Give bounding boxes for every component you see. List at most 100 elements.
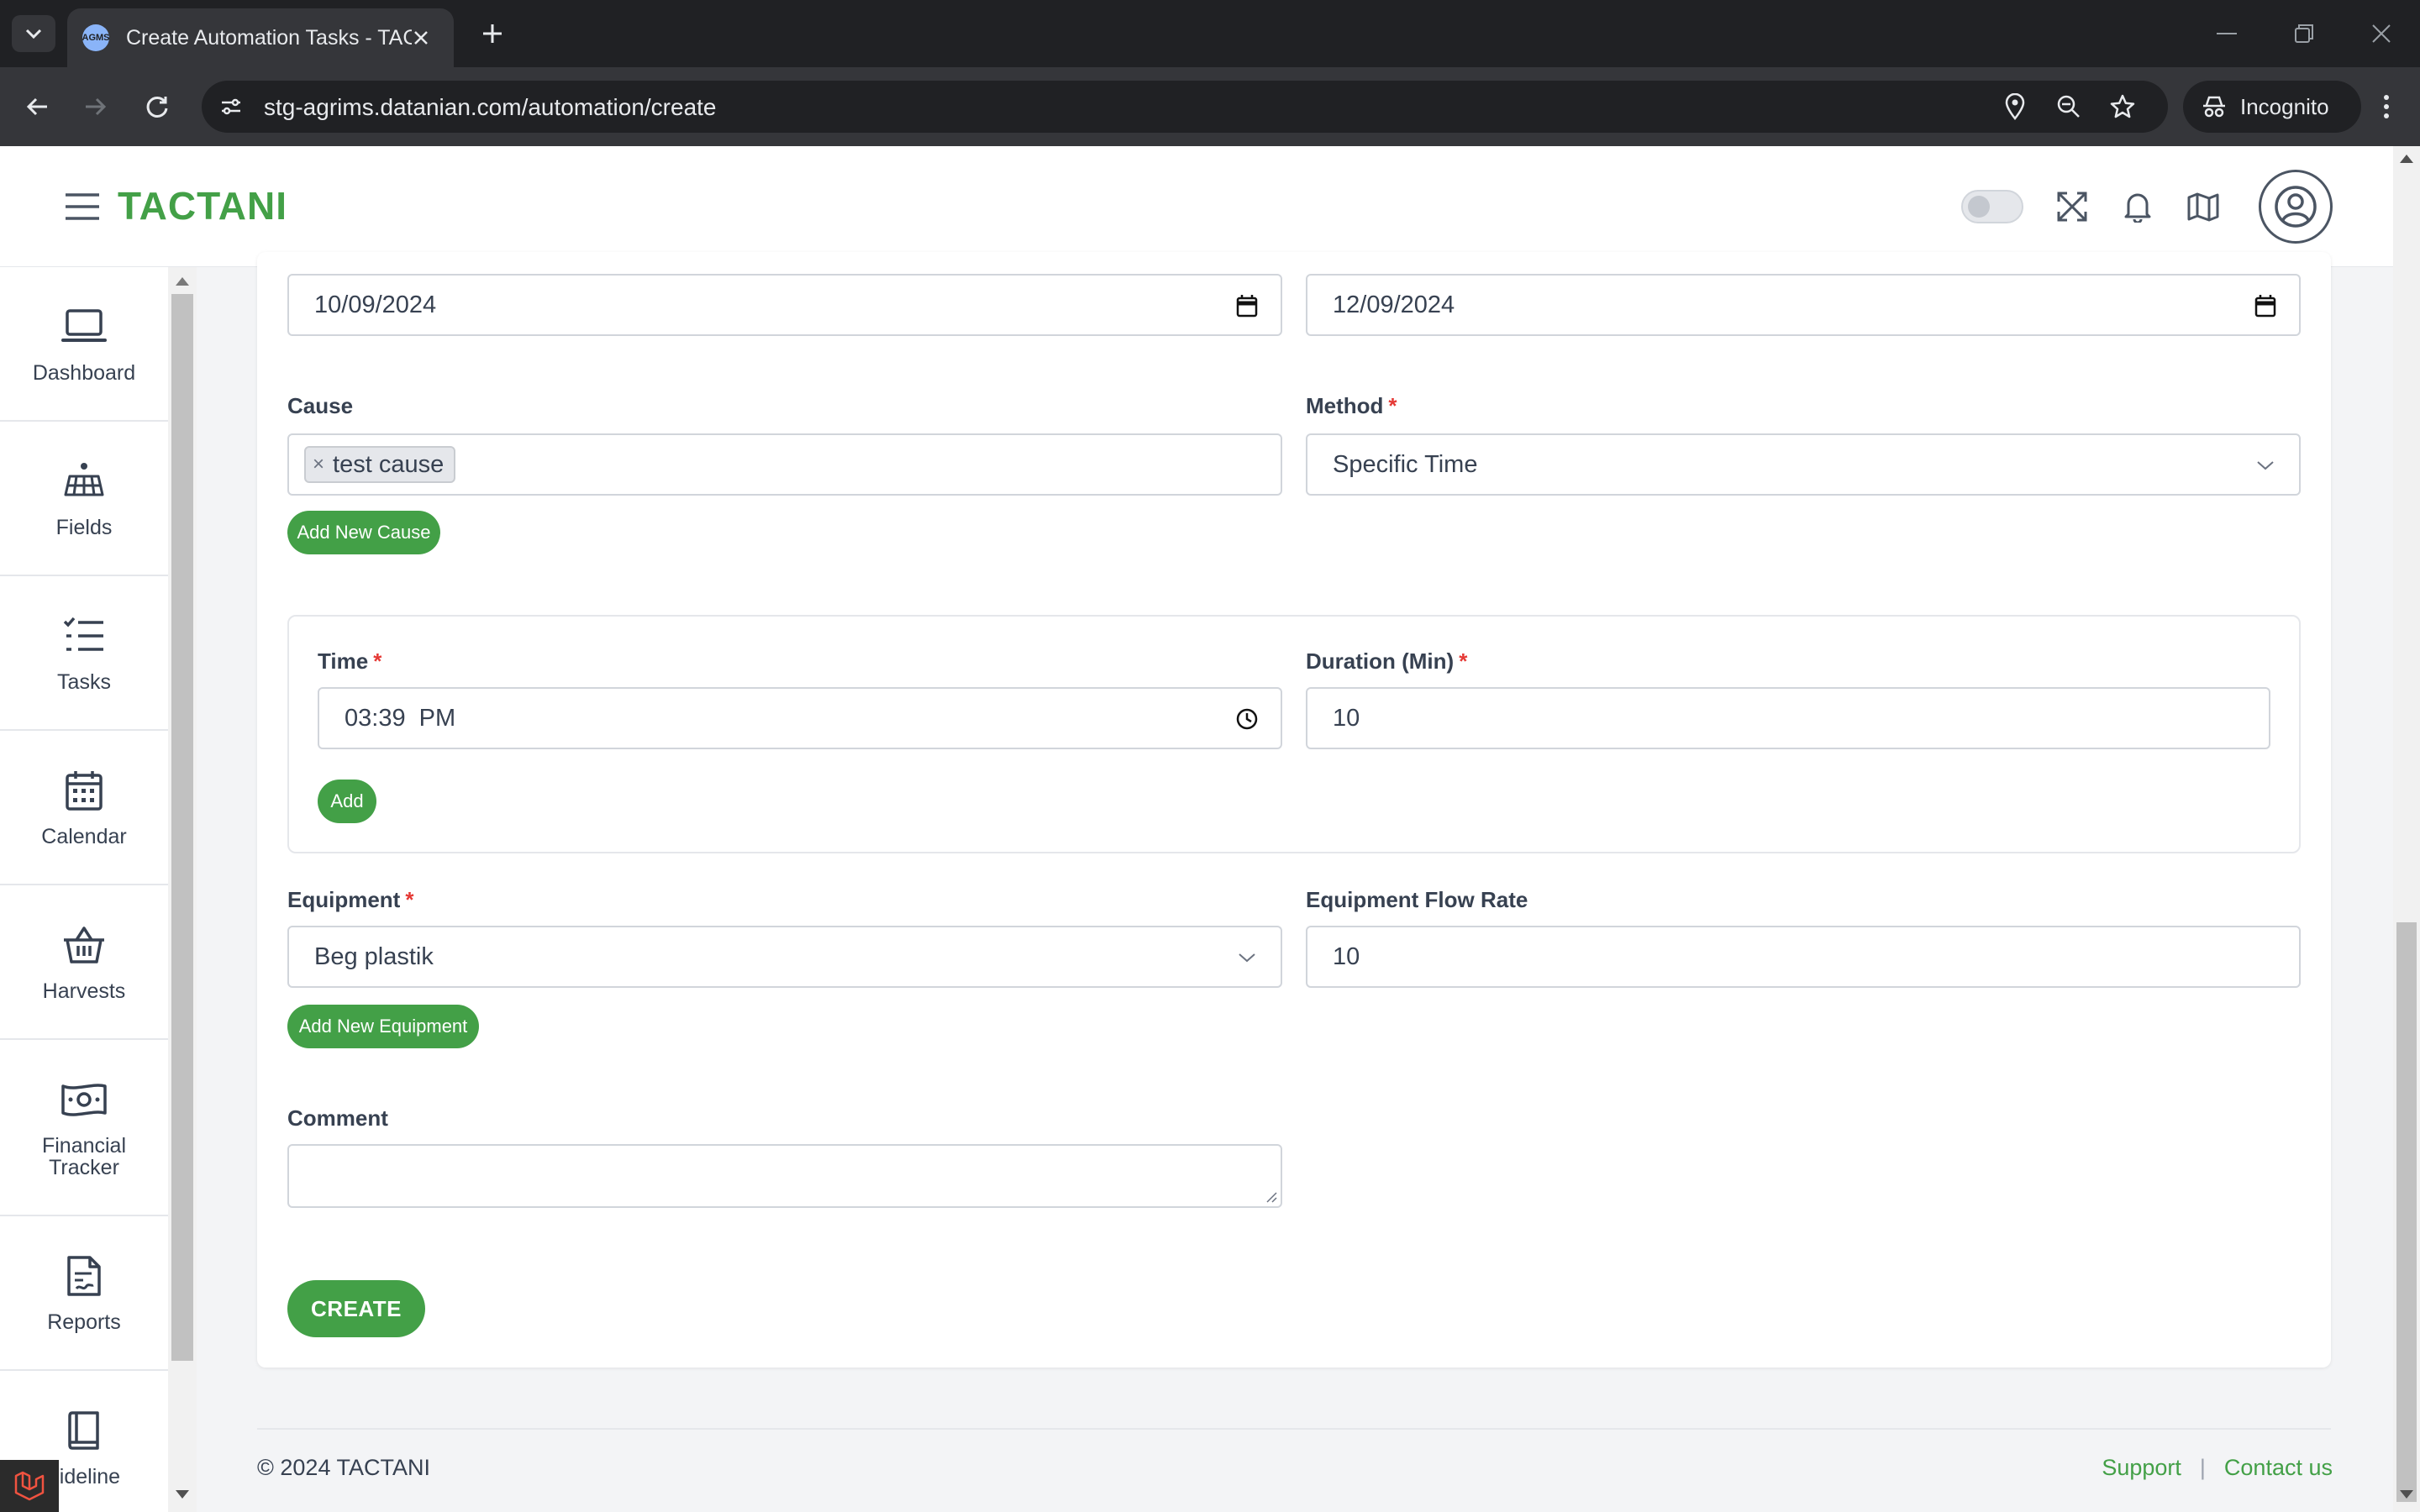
scroll-up-arrow-icon[interactable] [176, 277, 189, 286]
forward-icon [86, 97, 107, 116]
restore-button[interactable] [2279, 17, 2329, 50]
page-scroll-thumb[interactable] [2396, 922, 2417, 1502]
copyright-text: © 2024 TACTANI [257, 1455, 430, 1480]
scroll-down-arrow-icon[interactable] [2400, 1490, 2413, 1499]
cause-multiselect[interactable]: × test cause [287, 433, 1282, 496]
new-tab-button[interactable] [476, 17, 509, 50]
flow-rate-input[interactable]: 10 [1306, 926, 2301, 988]
money-icon [60, 1076, 108, 1123]
sidebar-scroll-thumb[interactable] [171, 294, 193, 1361]
reload-icon [146, 96, 168, 118]
chevron-down-icon [1234, 944, 1260, 971]
end-date-value: 12/09/2024 [1333, 291, 1455, 318]
theme-toggle[interactable] [1961, 190, 2023, 223]
notifications-button[interactable] [2118, 186, 2158, 227]
start-date-value: 10/09/2024 [314, 291, 437, 318]
cause-label: Cause [287, 393, 353, 419]
method-select[interactable]: Specific Time [1306, 433, 2301, 496]
minimize-button[interactable] [2202, 17, 2252, 50]
report-icon [60, 1252, 108, 1299]
sidebar-item-harvests[interactable]: Harvests [0, 885, 168, 1040]
add-time-button[interactable]: Add [318, 780, 376, 823]
start-date-input[interactable]: 10/09/2024 [287, 274, 1282, 336]
calendar-picker-icon[interactable] [2252, 292, 2279, 319]
user-avatar-icon [2275, 186, 2317, 228]
flow-rate-label: Equipment Flow Rate [1306, 887, 1528, 913]
incognito-button[interactable]: Incognito [2183, 81, 2361, 133]
clock-icon[interactable] [1234, 706, 1260, 732]
scroll-down-arrow-icon[interactable] [176, 1490, 189, 1499]
method-label-text: Method [1306, 393, 1384, 418]
sidebar-item-label: Harvests [42, 979, 126, 1003]
laravel-logo-icon [14, 1471, 45, 1501]
sidebar-item-reports[interactable]: Reports [0, 1216, 168, 1371]
add-new-cause-button[interactable]: Add New Cause [287, 511, 440, 554]
site-info-button[interactable] [213, 89, 249, 124]
sidebar-item-label: Financial Tracker [41, 1134, 127, 1179]
comment-label-text: Comment [287, 1105, 388, 1131]
scroll-up-arrow-icon[interactable] [2400, 155, 2413, 163]
end-date-input[interactable]: 12/09/2024 [1306, 274, 2301, 336]
bookmark-star-icon [2110, 94, 2135, 118]
sidebar-item-fields[interactable]: Fields [0, 422, 168, 576]
cause-chip: × test cause [304, 446, 456, 483]
required-mark: * [373, 648, 382, 674]
sidebar-item-label: Dashboard [32, 361, 136, 385]
location-icon [2005, 93, 2025, 120]
create-button[interactable]: CREATE [287, 1280, 425, 1337]
tab-list-button[interactable] [12, 15, 55, 52]
sidebar-item-financial-tracker[interactable]: Financial Tracker [0, 1040, 168, 1216]
reload-button[interactable] [138, 87, 176, 126]
duration-value: 10 [1333, 704, 1360, 732]
tab-close-button[interactable] [408, 25, 434, 50]
footer-divider [257, 1428, 2331, 1430]
sidebar-item-calendar[interactable]: Calendar [0, 731, 168, 885]
equipment-value: Beg plastik [314, 942, 434, 970]
solar-panel-icon [60, 458, 108, 505]
back-button[interactable] [18, 87, 57, 126]
brand-logo[interactable]: TACTANI [118, 183, 287, 228]
laravel-debugbar-button[interactable] [0, 1460, 59, 1512]
fullscreen-icon [2057, 192, 2087, 222]
chevron-down-icon [2252, 452, 2279, 479]
comment-textarea[interactable] [287, 1144, 1282, 1208]
chip-remove-icon[interactable]: × [313, 453, 324, 476]
favicon-icon: AGMS [82, 24, 110, 51]
add-new-equipment-button[interactable]: Add New Equipment [287, 1005, 479, 1048]
browser-tab[interactable]: AGMS Create Automation Tasks - TACTANI [67, 8, 454, 67]
menu-toggle-button[interactable] [62, 186, 103, 227]
window-close-icon [2372, 24, 2391, 43]
contact-us-link[interactable]: Contact us [2224, 1455, 2333, 1481]
chip-label: test cause [333, 450, 445, 478]
page-scrollbar[interactable] [2393, 146, 2420, 1512]
required-mark: * [1459, 648, 1468, 674]
incognito-label: Incognito [2240, 93, 2329, 119]
location-button[interactable] [2000, 92, 2030, 122]
hamburger-icon [66, 193, 99, 220]
sidebar-item-dashboard[interactable]: Dashboard [0, 267, 168, 422]
browser-tab-bar: AGMS Create Automation Tasks - TACTANI [0, 0, 2420, 67]
sidebar-scrollbar[interactable] [168, 267, 197, 1512]
cause-label-text: Cause [287, 393, 354, 418]
bookmark-button[interactable] [2107, 92, 2138, 122]
sidebar-item-label: Fields [55, 516, 113, 539]
forward-button[interactable] [76, 87, 114, 126]
sidebar-item-label: Calendar [41, 825, 127, 848]
sidebar-item-tasks[interactable]: Tasks [0, 576, 168, 731]
zoom-button[interactable] [2054, 92, 2084, 122]
time-input[interactable]: 03:39 PM [318, 687, 1282, 749]
map-button[interactable] [2183, 186, 2223, 227]
calendar-icon [60, 767, 108, 814]
resize-handle-icon[interactable] [1264, 1189, 1277, 1203]
user-avatar-button[interactable] [2259, 170, 2333, 244]
support-link[interactable]: Support [2102, 1455, 2181, 1481]
equipment-select[interactable]: Beg plastik [287, 926, 1282, 988]
fullscreen-button[interactable] [2052, 186, 2092, 227]
duration-input[interactable]: 10 [1306, 687, 2270, 749]
comment-label: Comment [287, 1105, 388, 1131]
window-close-button[interactable] [2356, 17, 2407, 50]
calendar-picker-icon[interactable] [1234, 292, 1260, 319]
back-icon [26, 97, 47, 116]
browser-menu-button[interactable] [2370, 87, 2403, 126]
address-bar[interactable]: stg-agrims.datanian.com/automation/creat… [202, 81, 2168, 133]
